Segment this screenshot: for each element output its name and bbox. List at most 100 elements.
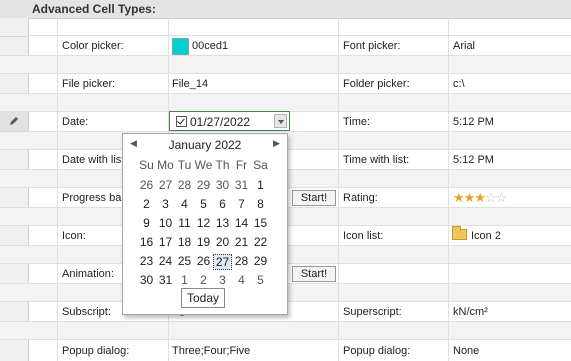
calendar-day[interactable]: 19 bbox=[194, 235, 213, 249]
calendar-day[interactable]: 2 bbox=[194, 273, 213, 287]
icon-label: Icon: bbox=[62, 230, 86, 242]
calendar-day[interactable]: 30 bbox=[137, 273, 156, 287]
icon-list-value[interactable]: Icon 2 bbox=[471, 230, 501, 242]
calendar-day[interactable]: 11 bbox=[175, 216, 194, 230]
calendar-day[interactable]: 29 bbox=[251, 254, 270, 268]
rating-stars[interactable]: ★★★☆☆ bbox=[453, 190, 508, 206]
star-empty-icon[interactable]: ☆ bbox=[496, 190, 508, 205]
calendar-month-label[interactable]: January 2022 bbox=[123, 138, 287, 152]
font-picker-value[interactable]: Arial bbox=[453, 40, 475, 52]
color-picker-label: Color picker: bbox=[62, 40, 124, 52]
grid-line bbox=[448, 18, 449, 361]
time-with-list-label: Time with list: bbox=[343, 154, 410, 166]
popup-dialog-label-2: Popup dialog: bbox=[343, 345, 411, 357]
calendar-day[interactable]: 23 bbox=[137, 254, 156, 268]
grid-line bbox=[57, 18, 58, 361]
calendar-day[interactable]: 13 bbox=[213, 216, 232, 230]
folder-picker-value[interactable]: c:\ bbox=[453, 78, 465, 90]
calendar-day[interactable]: 10 bbox=[156, 216, 175, 230]
popup-dialog-value[interactable]: Three;Four;Five bbox=[172, 345, 250, 357]
star-filled-icon[interactable]: ★ bbox=[474, 190, 486, 205]
time-with-list-value[interactable]: 5:12 PM bbox=[453, 154, 494, 166]
time-label: Time: bbox=[343, 116, 371, 128]
calendar-day[interactable]: 4 bbox=[175, 197, 194, 211]
date-editor[interactable]: 01/27/2022 bbox=[169, 111, 290, 131]
superscript-value[interactable]: kN/cm² bbox=[453, 306, 488, 318]
calendar-weekday: Th bbox=[215, 158, 230, 172]
calendar-day[interactable]: 25 bbox=[175, 254, 194, 268]
row-header-divider bbox=[0, 35, 28, 37]
calendar-day[interactable]: 4 bbox=[232, 273, 251, 287]
chevron-right-icon[interactable]: ▶ bbox=[273, 138, 280, 149]
time-value[interactable]: 5:12 PM bbox=[453, 116, 494, 128]
calendar-day[interactable]: 28 bbox=[175, 178, 194, 192]
calendar-day[interactable]: 5 bbox=[194, 197, 213, 211]
animation-label: Animation: bbox=[62, 268, 114, 280]
star-filled-icon[interactable]: ★ bbox=[453, 190, 465, 205]
calendar-day[interactable]: 17 bbox=[156, 235, 175, 249]
calendar-weekday: We bbox=[194, 158, 213, 172]
calendar-day[interactable]: 26 bbox=[194, 254, 213, 268]
calendar-day[interactable]: 22 bbox=[251, 235, 270, 249]
calendar-day[interactable]: 28 bbox=[232, 254, 251, 268]
date-value[interactable]: 01/27/2022 bbox=[190, 115, 250, 129]
calendar-day[interactable]: 24 bbox=[156, 254, 175, 268]
folder-picker-label: Folder picker: bbox=[343, 78, 410, 90]
calendar-day[interactable]: 31 bbox=[232, 178, 251, 192]
subscript-label: Subscript: bbox=[62, 306, 111, 318]
font-picker-label: Font picker: bbox=[343, 40, 401, 52]
calendar-day[interactable]: 1 bbox=[175, 273, 194, 287]
grid-spacer-row bbox=[0, 56, 571, 74]
calendar-day[interactable]: 1 bbox=[251, 178, 270, 192]
calendar-weekday: Mo bbox=[157, 158, 174, 172]
calendar-weekday: Fr bbox=[235, 158, 248, 172]
calendar-day[interactable]: 9 bbox=[137, 216, 156, 230]
calendar-day[interactable]: 31 bbox=[156, 273, 175, 287]
today-button[interactable]: Today bbox=[181, 288, 225, 308]
file-picker-label: File picker: bbox=[62, 78, 116, 90]
calendar-day[interactable]: 6 bbox=[213, 197, 232, 211]
calendar-day[interactable]: 5 bbox=[251, 273, 270, 287]
calendar-day[interactable]: 20 bbox=[213, 235, 232, 249]
color-picker-value[interactable]: 00ced1 bbox=[192, 40, 228, 52]
calendar-popup[interactable]: ◀ January 2022 ▶ Today Su Mo Tu We Th Fr Sa 26 2… bbox=[122, 133, 288, 315]
calendar-day[interactable]: 16 bbox=[137, 235, 156, 249]
calendar-day[interactable]: 27 bbox=[156, 178, 175, 192]
calendar-day[interactable]: 30 bbox=[213, 178, 232, 192]
calendar-weekday: Su bbox=[139, 158, 154, 172]
superscript-label: Superscript: bbox=[343, 306, 402, 318]
calendar-day[interactable]: 7 bbox=[232, 197, 251, 211]
grid-spacer-row bbox=[0, 322, 571, 340]
animation-start-button[interactable]: Start! bbox=[292, 266, 336, 282]
calendar-day[interactable]: 12 bbox=[194, 216, 213, 230]
date-label: Date: bbox=[62, 116, 89, 128]
calendar-day[interactable]: 2 bbox=[137, 197, 156, 211]
calendar-weekday: Tu bbox=[177, 158, 192, 172]
grid-spacer-row bbox=[0, 94, 571, 112]
section-header: Advanced Cell Types: bbox=[0, 0, 571, 19]
star-empty-icon[interactable]: ☆ bbox=[485, 190, 497, 205]
chevron-down-icon[interactable] bbox=[274, 114, 287, 128]
pencil-icon bbox=[10, 117, 18, 125]
calendar-day[interactable]: 29 bbox=[194, 178, 213, 192]
date-checkbox[interactable] bbox=[176, 116, 187, 127]
calendar-day[interactable]: 3 bbox=[156, 197, 175, 211]
calendar-day[interactable]: 8 bbox=[251, 197, 270, 211]
calendar-day[interactable]: 18 bbox=[175, 235, 194, 249]
icon-list-label: Icon list: bbox=[343, 230, 384, 242]
color-swatch[interactable] bbox=[172, 38, 189, 55]
calendar-day[interactable]: 21 bbox=[232, 235, 251, 249]
calendar-day[interactable]: 3 bbox=[213, 273, 232, 287]
file-picker-value[interactable]: File_14 bbox=[172, 78, 208, 90]
progress-start-button[interactable]: Start! bbox=[292, 190, 336, 206]
grid-spacer-row bbox=[0, 18, 571, 36]
calendar-weekday: Sa bbox=[253, 158, 268, 172]
calendar-day[interactable]: 15 bbox=[251, 216, 270, 230]
calendar-day[interactable]: 26 bbox=[137, 178, 156, 192]
progress-bar-label: Progress bar: bbox=[62, 192, 129, 204]
calendar-day[interactable]: 14 bbox=[232, 216, 251, 230]
rating-label: Rating: bbox=[343, 192, 378, 204]
popup-dialog-value-2[interactable]: None bbox=[453, 345, 479, 357]
calendar-day[interactable]: 27 bbox=[213, 254, 232, 270]
star-filled-icon[interactable]: ★ bbox=[464, 190, 476, 205]
